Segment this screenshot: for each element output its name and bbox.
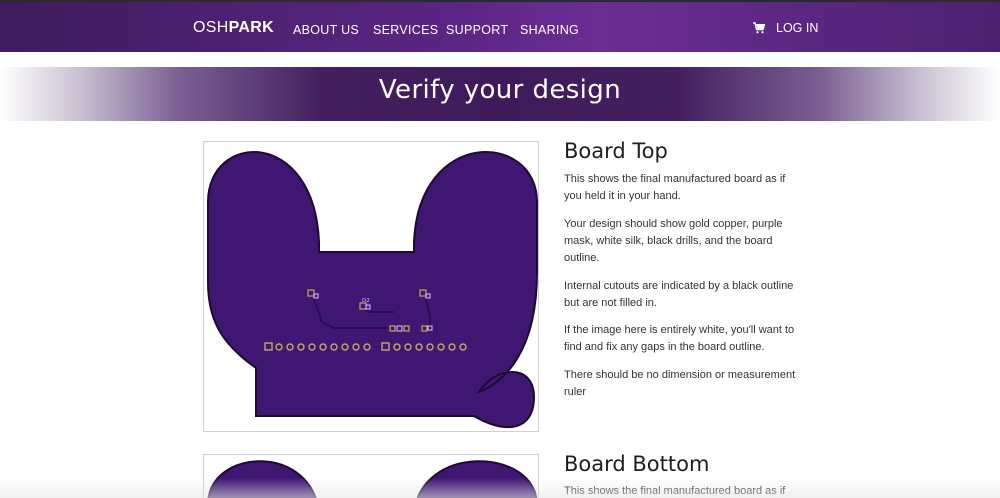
board-top-para-5: There should be no dimension or measurem… [564, 369, 796, 398]
board-top-para-3: Internal cutouts are indicated by a blac… [564, 280, 794, 309]
board-top-para-1: This shows the final manufactured board … [564, 173, 786, 202]
top-nav-bar: OSHPARK ABOUT US SERVICES SUPPORT SHARIN… [0, 0, 1000, 52]
nav-services[interactable]: SERVICES [373, 23, 438, 37]
board-top-render: D2 [207, 151, 538, 429]
board-bottom-para-1: This shows the final manufactured board … [564, 485, 786, 497]
login-label: LOG IN [776, 21, 819, 35]
board-bottom-heading: Board Bottom [564, 452, 710, 476]
cart-icon [753, 22, 766, 34]
nav-sharing[interactable]: SHARING [520, 23, 579, 37]
logo-text-bold: PARK [228, 19, 274, 36]
page-banner: Verify your design [0, 67, 1000, 121]
board-top-para-2: Your design should show gold copper, pur… [564, 218, 783, 264]
nav-about-us[interactable]: ABOUT US [293, 23, 359, 37]
board-top-heading: Board Top [564, 139, 668, 163]
nav-support[interactable]: SUPPORT [446, 23, 508, 37]
logo-text-thin: OSH [193, 19, 229, 36]
page-title: Verify your design [378, 75, 622, 105]
board-top-para-4: If the image here is entirely white, you… [564, 324, 795, 353]
board-bottom-render [207, 460, 538, 498]
login-link[interactable]: LOG IN [752, 21, 818, 35]
oshpark-logo[interactable]: OSHPARK [193, 19, 274, 37]
silk-label: D2 [362, 298, 370, 304]
board-top-image: D2 [203, 141, 539, 432]
board-outline [207, 151, 538, 429]
board-bottom-image [203, 454, 539, 498]
board-outline [416, 460, 538, 498]
board-outline [207, 460, 317, 498]
